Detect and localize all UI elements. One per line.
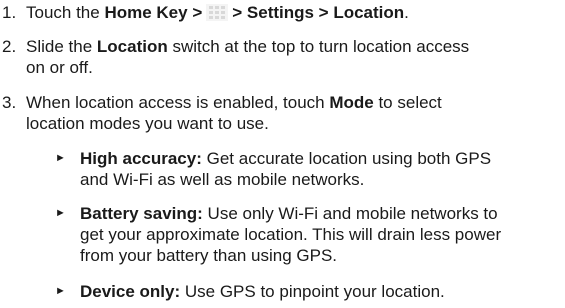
step-line: on or off. [26, 58, 93, 77]
bullet-arrow-icon: ► [55, 285, 66, 297]
bullet-text-part: Use GPS to pinpoint your location. [180, 282, 445, 301]
bullet-text-part: Get accurate location using both GPS [201, 149, 492, 168]
step-text-part: to select [373, 93, 442, 112]
bullet-title: Battery saving: [80, 204, 203, 223]
step-text: Touch the Home Key > > Settings > Locati… [26, 2, 556, 23]
step-text-part: When location access is enabled, touch [26, 93, 330, 112]
bullet-title: Device only: [80, 282, 181, 301]
step-line: location modes you want to use. [26, 114, 269, 133]
step-number: 3. [2, 93, 17, 112]
bullet-text: High accuracy: Get accurate location usi… [80, 148, 560, 190]
step-bold-mode: Mode [329, 93, 374, 112]
bullet-line: from your battery than using GPS. [80, 246, 338, 265]
step-text-suffix: . [404, 3, 409, 22]
bullet-line: and Wi-Fi as well as mobile networks. [80, 170, 365, 189]
step-number: 2. [2, 37, 17, 56]
bullet-line: High accuracy: Get accurate location usi… [80, 148, 560, 169]
step-text-part: Slide the [26, 37, 97, 56]
bullet-arrow-icon: ► [55, 207, 66, 219]
step-line: When location access is enabled, touch M… [26, 92, 556, 113]
step-number: 1. [2, 3, 17, 22]
bullet-text-part: Use only Wi-Fi and mobile networks to [202, 204, 498, 223]
step-bold-home-key: Home Key > [104, 3, 203, 22]
bullet-arrow-icon: ► [55, 152, 66, 164]
apps-grid-icon [206, 4, 229, 21]
bullet-text: Device only: Use GPS to pinpoint your lo… [80, 281, 560, 302]
step-text-prefix: Touch the [26, 3, 105, 22]
step-text: Slide the Location switch at the top to … [26, 36, 556, 78]
step-bold-settings-location: > Settings > Location [232, 3, 405, 22]
bullet-line: get your approximate location. This will… [80, 225, 502, 244]
step-line: Slide the Location switch at the top to … [26, 36, 556, 57]
bullet-title: High accuracy: [80, 149, 202, 168]
step-text: When location access is enabled, touch M… [26, 92, 556, 134]
instruction-document: 1. Touch the Home Key > > Settings > Loc… [0, 0, 565, 308]
bullet-text: Battery saving: Use only Wi-Fi and mobil… [80, 203, 560, 266]
bullet-line: Device only: Use GPS to pinpoint your lo… [80, 281, 560, 302]
bullet-line: Battery saving: Use only Wi-Fi and mobil… [80, 203, 560, 224]
step-bold-location: Location [96, 37, 168, 56]
step-text-part: switch at the top to turn location acces… [167, 37, 470, 56]
